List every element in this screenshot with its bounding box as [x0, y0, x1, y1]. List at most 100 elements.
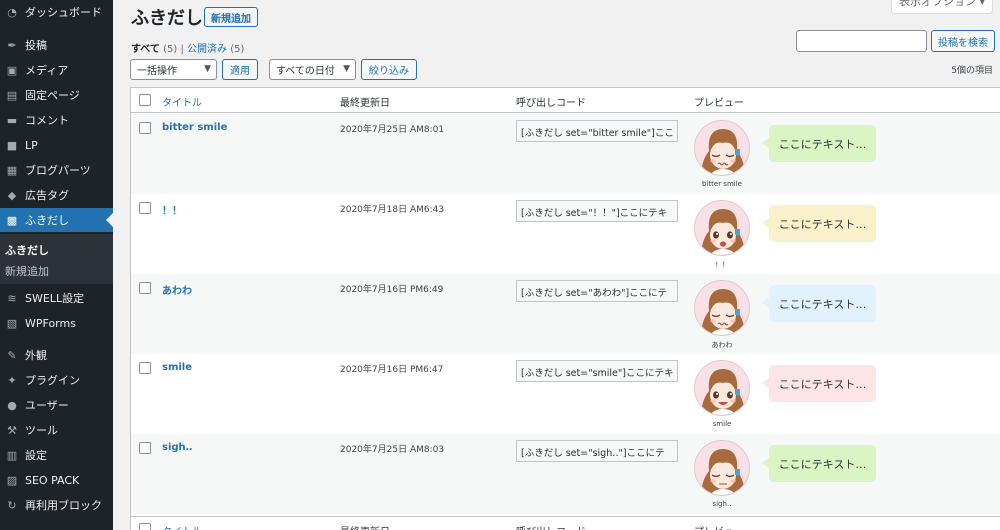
add-new-button[interactable]: 新規追加 [204, 7, 258, 27]
sidebar-item-15[interactable]: ▥ 設定 [0, 443, 113, 467]
sidebar-item-label: SWELL設定 [25, 292, 85, 305]
avatar-name: ！！ [715, 261, 729, 269]
speech-balloon-preview: ここにテキスト… [762, 125, 876, 162]
sidebar-item-label: LP [25, 138, 38, 152]
filter-all-link[interactable]: すべて [131, 44, 160, 55]
row-shortcode-field[interactable]: [ふきだし set="smile"]ここにテキ [516, 360, 678, 382]
row-title-link[interactable]: ！！ [162, 202, 182, 217]
avatar [694, 280, 750, 336]
apply-button[interactable]: 適用 [222, 59, 258, 80]
row-shortcode-field[interactable]: [ふきだし set="bitter smile"]ここ [516, 120, 678, 142]
pin-icon: ✒ [7, 38, 17, 52]
search-posts-button[interactable]: 投稿を検索 [931, 30, 995, 52]
sidebar-item-4[interactable]: ▬ コメント [0, 108, 113, 132]
speech-balloon-preview: ここにテキスト… [762, 285, 876, 322]
column-title[interactable]: タイトル [162, 94, 202, 109]
sidebar-item-7[interactable]: ◆ 広告タグ [0, 183, 113, 207]
sidebar-item-17[interactable]: ↻ 再利用ブロック [0, 493, 113, 517]
filter-all-count: (5) [163, 44, 178, 55]
filter-published-link[interactable]: 公開済み [187, 44, 227, 55]
sidebar-item-14[interactable]: ⚒ ツール [0, 418, 113, 442]
row-date: 2020年7月16日 PM6:47 [340, 365, 444, 375]
forms-icon: ▧ [6, 316, 18, 330]
column-preview: プレビュー [694, 98, 744, 109]
row-title-link[interactable]: あわわ [162, 282, 192, 297]
sidebar-item-label: WPForms [25, 316, 76, 330]
sidebar-item-label: 外観 [25, 349, 47, 362]
sidebar-item-2[interactable]: ▣ メディア [0, 58, 113, 82]
sidebar-item-3[interactable]: ▤ 固定ページ [0, 83, 113, 107]
avatar-name: bitter smile [702, 180, 742, 188]
sidebar-item-label: 再利用ブロック [25, 499, 102, 512]
media-icon: ▣ [6, 63, 18, 77]
row-title-link[interactable]: sigh‥ [162, 442, 192, 453]
row-checkbox[interactable] [139, 282, 151, 294]
sidebar-item-16[interactable]: ▨ SEO PACK [0, 468, 113, 492]
speech-balloon-preview: ここにテキスト… [762, 205, 876, 242]
sidebar-item-8[interactable]: ▩ ふきだし [0, 208, 113, 232]
sidebar-item-11[interactable]: ✎ 外観 [0, 343, 113, 367]
submenu-item-0[interactable]: ふきだし [5, 242, 49, 258]
sidebar-item-6[interactable]: ▦ ブログパーツ [0, 158, 113, 182]
row-checkbox[interactable] [139, 442, 151, 454]
search-input[interactable] [796, 30, 927, 52]
table-row: ！！ 2020年7月18日 AM6:43 [ふきだし set="！！"]ここにテキ ！… [131, 194, 1000, 274]
column-preview-footer: プレビュー [694, 523, 744, 530]
admin-sidebar: ◔ ダッシュボード ✒ 投稿 ▣ メディア ▤ 固定ページ ▬ コメント ■ LP ▦ ブログパーツ ◆ 広告… [0, 0, 113, 530]
sidebar-item-1[interactable]: ✒ 投稿 [0, 33, 113, 57]
seo-icon: ▨ [6, 473, 18, 487]
row-date: 2020年7月16日 PM6:49 [340, 285, 444, 295]
row-shortcode-field[interactable]: [ふきだし set="！！"]ここにテキ [516, 200, 678, 222]
select-all-checkbox[interactable] [139, 94, 151, 106]
appearance-icon: ✎ [7, 348, 17, 362]
row-checkbox[interactable] [139, 362, 151, 374]
active-menu-arrow [106, 213, 113, 227]
table-row: smile 2020年7月16日 PM6:47 [ふきだし set="smile"]… [131, 354, 1000, 434]
sidebar-item-label: ユーザー [25, 399, 69, 412]
sidebar-item-10[interactable]: ▧ WPForms [0, 311, 113, 335]
user-icon: ● [7, 398, 17, 412]
column-modified: 最終更新日 [340, 98, 390, 109]
posts-table: タイトル 最終更新日 呼び出しコード プレビュー bitter smile 202… [130, 87, 1000, 530]
status-filter-links: すべて (5) | 公開済み (5) [131, 40, 244, 55]
items-count: 5個の項目 [951, 66, 993, 76]
row-shortcode-field[interactable]: [ふきだし set="あわわ"]ここにテ [516, 280, 678, 302]
sidebar-item-label: ブログパーツ [25, 164, 91, 177]
sidebar-item-5[interactable]: ■ LP [0, 133, 113, 157]
sidebar-item-9[interactable]: ≋ SWELL設定 [0, 286, 113, 310]
sidebar-item-label: 設定 [25, 449, 47, 462]
row-date: 2020年7月18日 AM6:43 [340, 205, 445, 215]
select-all-checkbox-footer[interactable] [139, 523, 151, 530]
row-title-link[interactable]: smile [162, 362, 192, 373]
chevron-down-icon: ▼ [204, 64, 211, 74]
column-code: 呼び出しコード [516, 98, 586, 109]
row-checkbox[interactable] [139, 122, 151, 134]
avatar-name: sigh‥ [712, 500, 732, 508]
row-title-link[interactable]: bitter smile [162, 122, 227, 133]
sidebar-item-label: プラグイン [25, 374, 80, 387]
avatar-name: smile [712, 420, 732, 428]
dashboard-icon: ◔ [7, 5, 17, 19]
date-filter-select[interactable]: すべての日付 ▼ [269, 59, 356, 80]
avatar [694, 120, 750, 176]
sidebar-item-label: コメント [25, 114, 69, 127]
sidebar-item-13[interactable]: ● ユーザー [0, 393, 113, 417]
page-title: ふきだし [131, 8, 203, 29]
sidebar-item-0[interactable]: ◔ ダッシュボード [0, 0, 113, 24]
sidebar-item-12[interactable]: ✦ プラグイン [0, 368, 113, 392]
tag-icon: ◆ [7, 188, 17, 202]
submenu: ふきだし 新規追加 [0, 234, 113, 284]
avatar [694, 360, 750, 416]
plugin-icon: ✦ [7, 373, 17, 387]
submenu-item-1[interactable]: 新規追加 [5, 263, 49, 279]
row-checkbox[interactable] [139, 202, 151, 214]
screen-options-button[interactable]: 表示オプション ▾ [891, 0, 993, 14]
avatar [694, 200, 750, 256]
row-shortcode-field[interactable]: [ふきだし set="sigh‥"]ここにテ [516, 440, 678, 462]
speech-balloon-preview: ここにテキスト… [762, 365, 876, 402]
bulk-action-select[interactable]: 一括操作 ▼ [130, 59, 217, 80]
table-row: bitter smile 2020年7月25日 AM8:01 [ふきだし set="… [131, 114, 1000, 194]
filter-button[interactable]: 絞り込み [361, 59, 417, 80]
column-title-footer[interactable]: タイトル [162, 523, 202, 530]
table-row: あわわ 2020年7月16日 PM6:49 [ふきだし set="あわわ"]ここにテ… [131, 274, 1000, 354]
